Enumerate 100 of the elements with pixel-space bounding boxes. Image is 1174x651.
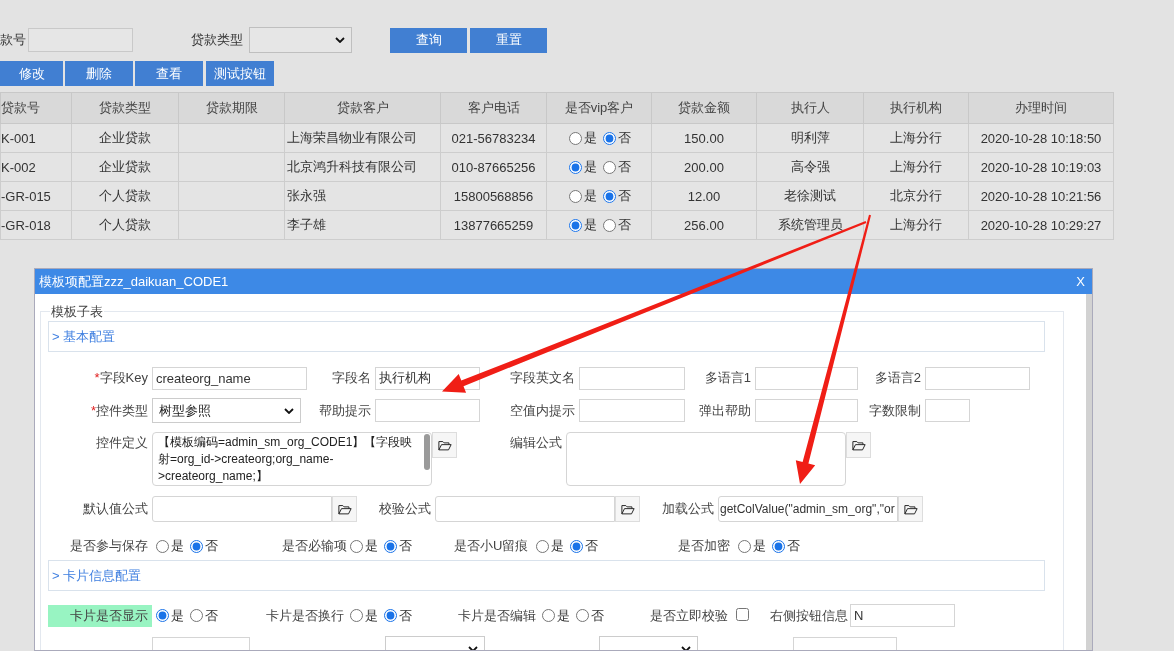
table-cell: 个人贷款 [71, 181, 179, 211]
radio-label: 否 [205, 606, 218, 625]
radio-button[interactable] [156, 609, 169, 622]
radio-button[interactable] [603, 218, 616, 232]
folder-icon [620, 503, 635, 515]
radio-button[interactable] [569, 131, 582, 145]
radio-label: 是 [365, 606, 378, 625]
column-header[interactable]: 执行机构 [863, 92, 969, 124]
table-cell: K-002 [0, 152, 72, 182]
radio-label: 否 [591, 606, 604, 625]
column-header[interactable]: 办理时间 [968, 92, 1114, 124]
text-field[interactable] [579, 399, 685, 422]
text-field[interactable] [28, 28, 133, 52]
text-field[interactable] [435, 496, 615, 522]
close-button[interactable]: X [1069, 274, 1092, 289]
radio-label: 否 [399, 606, 412, 625]
radio-label: 是 [171, 606, 184, 625]
text-field[interactable] [375, 399, 480, 422]
caret-icon [284, 407, 294, 414]
scrollbar-thumb[interactable] [424, 434, 430, 470]
column-header[interactable]: 贷款期限 [178, 92, 285, 124]
field-label: 字段英文名 [509, 369, 576, 387]
browse-button[interactable] [898, 496, 923, 522]
radio-button[interactable] [542, 609, 555, 622]
field-label: 多语言2 [873, 369, 922, 387]
field-label: *控件类型 [89, 401, 149, 420]
search-button[interactable]: 查询 [390, 27, 467, 53]
table-cell: 2020-10-28 10:29:27 [968, 210, 1114, 240]
radio-button[interactable] [569, 189, 582, 203]
text-field[interactable]: getColValue("admin_sm_org","or [718, 496, 898, 522]
column-header[interactable]: 是否vip客户 [546, 92, 652, 124]
column-header[interactable]: 执行人 [756, 92, 864, 124]
radio-label: 否 [585, 537, 598, 555]
text-field[interactable] [755, 366, 858, 390]
table-cell: 企业贷款 [71, 152, 179, 182]
radio-button[interactable] [569, 218, 582, 232]
text-field[interactable] [755, 399, 858, 422]
text-field[interactable] [925, 399, 970, 422]
text-field[interactable] [152, 496, 332, 522]
text-field[interactable]: createorg_name [152, 366, 307, 390]
field-label: 贷款类型 [191, 31, 243, 49]
table-cell: 2020-10-28 10:18:50 [968, 123, 1114, 153]
toolbar-button[interactable]: 删除 [65, 61, 133, 86]
column-header[interactable]: 贷款类型 [71, 92, 179, 124]
field-label: 卡片是否显示 [48, 604, 152, 627]
radio-label: 是 [557, 606, 570, 625]
radio-button[interactable] [384, 539, 397, 553]
column-header[interactable]: 贷款号 [0, 92, 72, 124]
table-cell: 上海荣昌物业有限公司 [284, 123, 441, 153]
text-field[interactable]: N [850, 604, 955, 627]
radio-label: 是 [171, 537, 184, 555]
radio-button[interactable] [569, 160, 582, 174]
radio-button[interactable] [190, 609, 203, 622]
section-header[interactable]: > 卡片信息配置 [48, 560, 1045, 591]
radio-button[interactable] [772, 539, 785, 553]
radio-button[interactable] [350, 539, 363, 553]
field-label: 是否参与保存 [69, 537, 149, 555]
browse-button[interactable] [332, 496, 357, 522]
table-cell: 200.00 [651, 152, 757, 182]
table-cell: 13877665259 [440, 210, 547, 240]
text-area[interactable] [566, 432, 846, 486]
section-header[interactable]: > 基本配置 [48, 321, 1045, 352]
radio-button[interactable] [603, 160, 616, 174]
radio-button[interactable] [350, 609, 363, 622]
radio-button[interactable] [603, 131, 616, 145]
radio-label: 否 [205, 537, 218, 555]
column-header[interactable]: 贷款金额 [651, 92, 757, 124]
table-cell: 010-87665256 [440, 152, 547, 182]
toolbar-button[interactable]: 测试按钮 [206, 61, 274, 86]
column-header[interactable]: 客户电话 [440, 92, 547, 124]
browse-button[interactable] [615, 496, 640, 522]
checkbox[interactable] [736, 607, 749, 621]
browse-button[interactable] [432, 432, 457, 458]
dropdown[interactable]: 树型参照 [152, 398, 301, 423]
browse-button[interactable] [846, 432, 871, 458]
text-area[interactable]: 【模板编码=admin_sm_org_CODE1】【字段映射=org_id->createorg;org_name->createorg_name;】 [152, 432, 432, 486]
text-field[interactable] [579, 366, 685, 390]
radio-button[interactable] [156, 539, 169, 553]
radio-label: 是 [584, 129, 597, 147]
field-label: 是否小U留痕 [454, 537, 530, 555]
table-cell: 企业贷款 [71, 123, 179, 153]
radio-button[interactable] [738, 539, 751, 553]
radio-button[interactable] [384, 609, 397, 622]
table-cell: K-001 [0, 123, 72, 153]
radio-label: 否 [618, 158, 631, 176]
search-button[interactable]: 重置 [470, 27, 547, 53]
toolbar-button[interactable]: 查看 [135, 61, 203, 86]
text-field[interactable] [925, 366, 1030, 390]
radio-button[interactable] [603, 189, 616, 203]
field-label: 多语言1 [703, 369, 752, 387]
table-cell: 张永强 [284, 181, 441, 211]
radio-button[interactable] [570, 539, 583, 553]
radio-button[interactable] [190, 539, 203, 553]
field-label: 加载公式 [661, 500, 715, 518]
radio-label: 否 [618, 129, 631, 147]
column-header[interactable]: 贷款客户 [284, 92, 441, 124]
radio-button[interactable] [576, 609, 589, 622]
radio-button[interactable] [536, 539, 549, 553]
toolbar-button[interactable]: 修改 [0, 61, 63, 86]
table-cell: 上海分行 [863, 123, 969, 153]
